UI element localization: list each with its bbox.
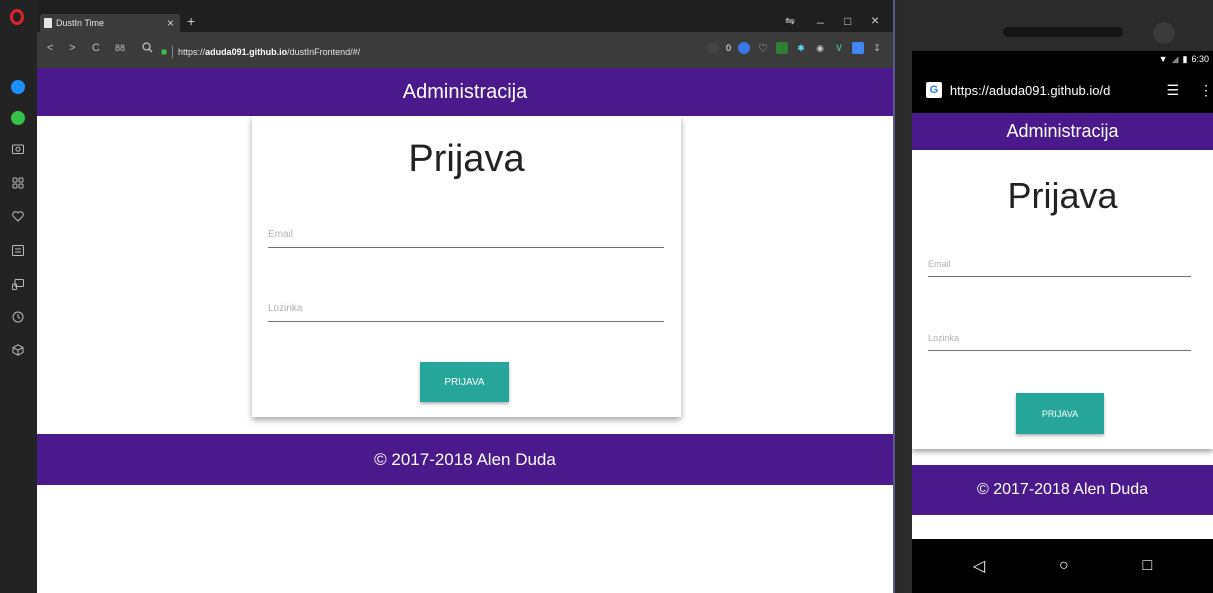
email-input[interactable]	[268, 222, 664, 247]
signal-icon: ◢	[1171, 53, 1179, 64]
overflow-menu-icon[interactable]: ⋮	[1199, 82, 1213, 99]
password-field[interactable]	[268, 296, 664, 322]
heart-icon[interactable]	[11, 209, 25, 223]
wifi-icon: ▼	[1158, 54, 1168, 64]
opera-logo-icon[interactable]	[10, 9, 24, 25]
password-input[interactable]	[268, 296, 664, 321]
url-path: /dustInFrontend/#/	[287, 47, 361, 57]
minimize-button[interactable]: _	[817, 10, 824, 24]
mobile-app-header: Administracija	[912, 113, 1213, 150]
window-divider	[893, 0, 903, 593]
flow-icon[interactable]	[11, 277, 25, 291]
login-title: Prijava	[408, 138, 525, 180]
mobile-password-input[interactable]	[928, 325, 1191, 350]
tab-close-icon[interactable]: ×	[167, 16, 174, 30]
close-window-button[interactable]: ×	[871, 12, 879, 28]
tab-menu-icon[interactable]: ⇋	[785, 14, 795, 28]
mobile-email-input[interactable]	[928, 251, 1191, 276]
download-icon[interactable]: ↧	[871, 42, 883, 54]
nav-back-button[interactable]: ◁	[973, 556, 985, 576]
react-devtools-icon[interactable]: ✱	[795, 42, 807, 54]
android-emulator: ▼ ◢ ▮ 6:30 G https://aduda091.github.io/…	[903, 0, 1213, 593]
lock-icon: ■	[161, 46, 168, 58]
android-status-bar: ▼ ◢ ▮ 6:30	[912, 51, 1213, 67]
new-tab-button[interactable]: +	[187, 13, 195, 29]
browser-sidebar	[0, 0, 37, 593]
url-prefix: https://	[178, 47, 206, 57]
mobile-password-field[interactable]	[928, 325, 1191, 351]
translate-icon[interactable]: G	[926, 82, 942, 98]
speed-dial-icon[interactable]	[11, 176, 25, 190]
battery-icon: ▮	[1182, 53, 1188, 64]
vpn-icon[interactable]	[738, 42, 750, 54]
document-icon	[44, 18, 52, 28]
browser-tab[interactable]: DustIn Time ×	[40, 14, 180, 32]
desktop-page: Administracija Prijava PRIJAVA © 2017-20…	[37, 68, 893, 593]
address-bar: < > C 88 ■ https:// aduda091.github.io /…	[37, 32, 893, 68]
extensions-icon[interactable]	[11, 343, 25, 357]
opera-browser-window: DustIn Time × + ⇋ _ □ × < > C 88 ■ https…	[0, 0, 893, 593]
adblock-icon[interactable]	[706, 42, 719, 54]
status-time: 6:30	[1191, 54, 1209, 64]
reload-button[interactable]: C	[92, 42, 100, 54]
login-card: Prijava PRIJAVA	[252, 116, 681, 417]
mobile-email-field[interactable]	[928, 251, 1191, 277]
extension-tile-icon[interactable]	[852, 42, 864, 54]
mobile-url[interactable]: https://aduda091.github.io/d	[950, 83, 1149, 98]
history-icon[interactable]	[11, 310, 25, 324]
mobile-app-footer: © 2017-2018 Alen Duda	[912, 465, 1213, 515]
mobile-login-card: Prijava PRIJAVA	[912, 150, 1213, 449]
whatsapp-icon[interactable]	[11, 111, 25, 125]
speed-dial-button[interactable]: 88	[115, 43, 125, 53]
android-nav-bar: ◁ ○ □	[912, 539, 1213, 593]
tab-strip: DustIn Time × + ⇋ _ □ ×	[37, 0, 893, 32]
url-host: aduda091.github.io	[205, 47, 288, 57]
nav-recents-button[interactable]: □	[1142, 557, 1152, 575]
forward-button[interactable]: >	[69, 42, 75, 54]
back-button[interactable]: <	[47, 42, 53, 54]
tab-title: DustIn Time	[56, 18, 105, 28]
phone-speaker	[1003, 27, 1123, 37]
screenshot-icon[interactable]	[776, 42, 788, 54]
email-field[interactable]	[268, 222, 664, 248]
media-icon[interactable]: ◉	[814, 42, 826, 54]
url-field[interactable]: ■ https:// aduda091.github.io /dustInFro…	[161, 44, 661, 60]
nav-home-button[interactable]: ○	[1059, 557, 1069, 575]
app-header: Administracija	[37, 68, 893, 116]
extension-icons: 0 ♡ ✱ ◉ V ↧	[706, 42, 883, 55]
login-button[interactable]: PRIJAVA	[420, 362, 509, 402]
maximize-button[interactable]: □	[844, 14, 851, 28]
messenger-icon[interactable]	[11, 80, 25, 94]
mobile-address-bar: G https://aduda091.github.io/d ☰ ⋮	[912, 67, 1213, 113]
tabs-icon[interactable]: ☰	[1166, 82, 1179, 99]
news-icon[interactable]	[11, 243, 25, 257]
camera-icon[interactable]	[11, 141, 25, 155]
url-divider	[172, 46, 174, 58]
app-footer: © 2017-2018 Alen Duda	[37, 434, 893, 485]
search-icon[interactable]	[142, 42, 153, 56]
bookmark-heart-icon[interactable]: ♡	[757, 42, 769, 55]
phone-screen: ▼ ◢ ▮ 6:30 G https://aduda091.github.io/…	[912, 51, 1213, 593]
phone-camera	[1153, 22, 1175, 44]
mobile-login-title: Prijava	[1007, 175, 1118, 216]
vue-devtools-icon[interactable]: V	[833, 42, 845, 54]
badge-count: 0	[725, 43, 731, 53]
mobile-login-button[interactable]: PRIJAVA	[1016, 393, 1104, 434]
